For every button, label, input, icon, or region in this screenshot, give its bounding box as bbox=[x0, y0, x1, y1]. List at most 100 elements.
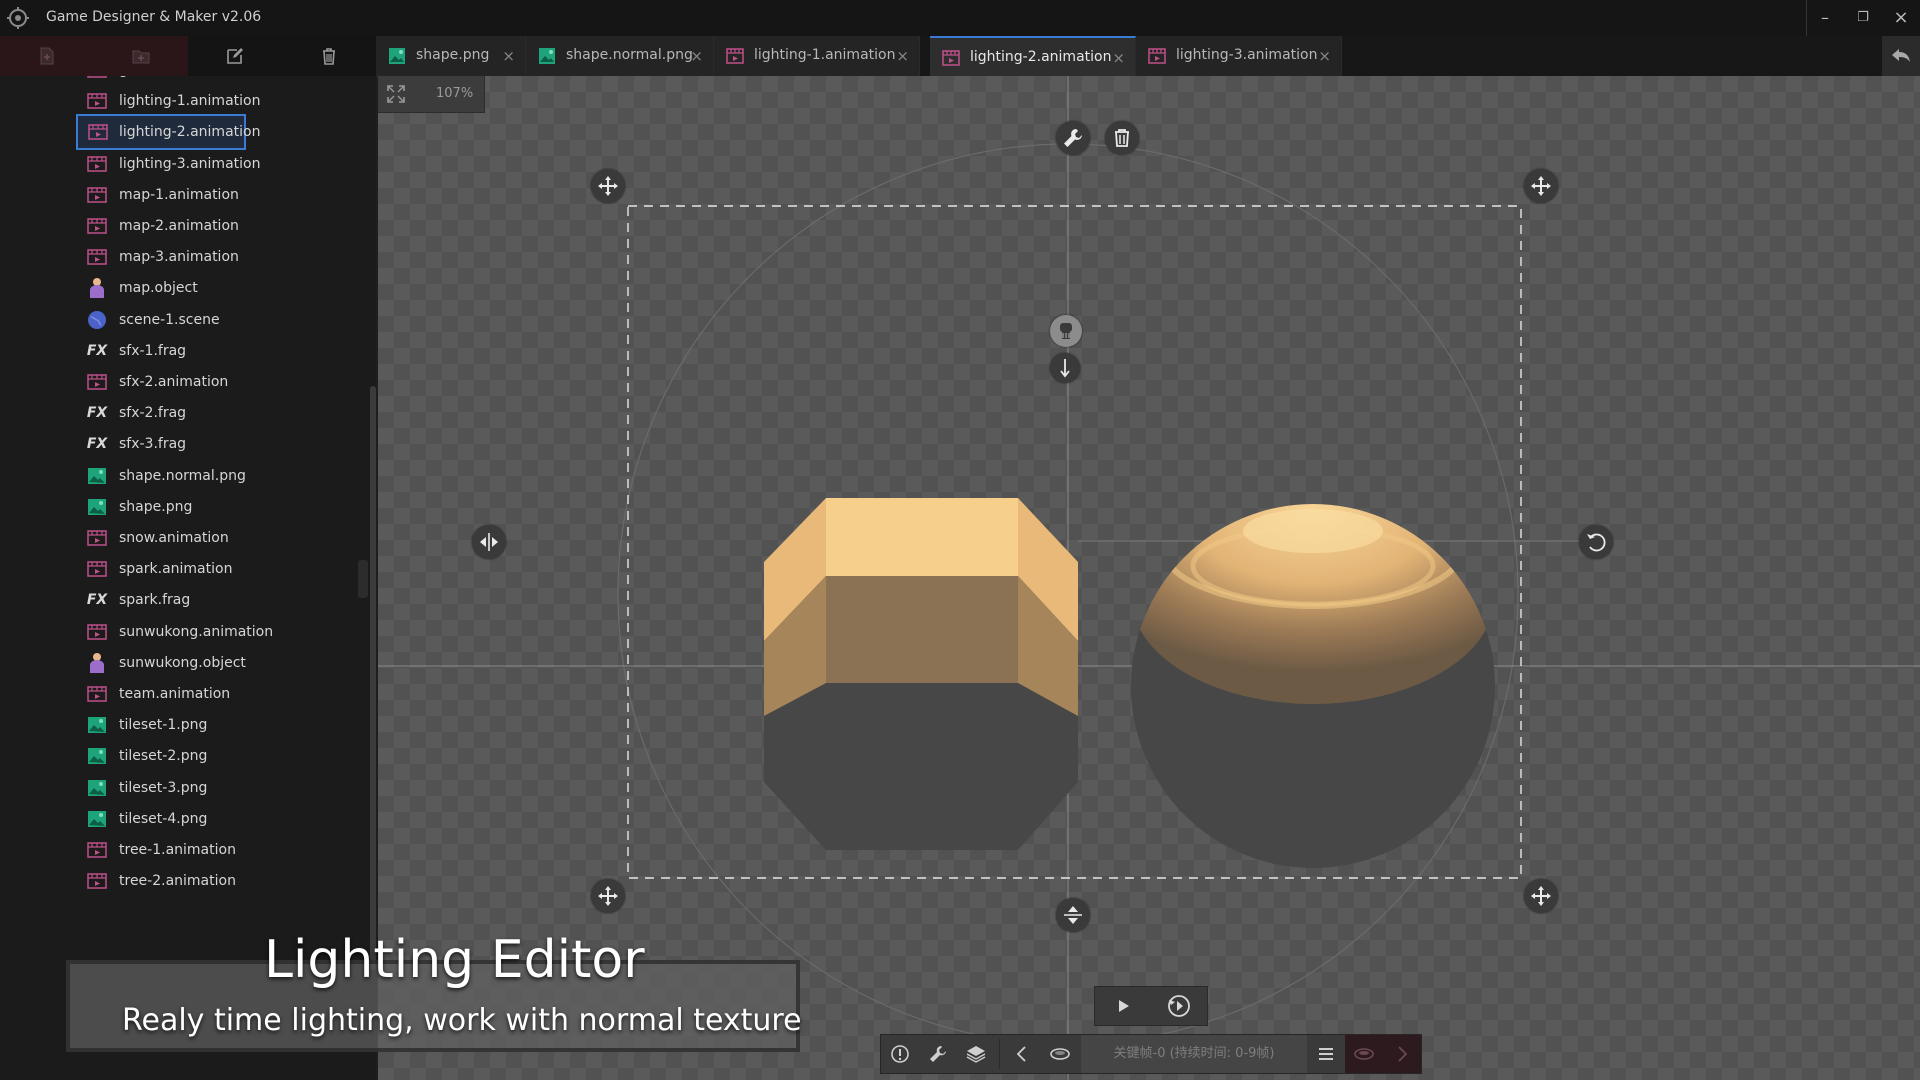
image-icon bbox=[88, 748, 106, 765]
file-name: spark.frag bbox=[119, 592, 191, 609]
image-icon bbox=[88, 498, 106, 515]
octagon-shape[interactable] bbox=[764, 498, 1078, 850]
tab-shape-png[interactable]: shape.png × bbox=[376, 36, 526, 76]
file-name: lighting-1.animation bbox=[119, 93, 261, 110]
rename-button[interactable] bbox=[188, 36, 282, 76]
play-icon bbox=[1119, 1000, 1129, 1012]
file-list-item[interactable]: tree-2.animation bbox=[76, 863, 236, 899]
light-source-handle[interactable] bbox=[1050, 315, 1082, 347]
info-button[interactable] bbox=[881, 1035, 919, 1073]
new-file-button[interactable] bbox=[0, 36, 94, 76]
title-bar: Game Designer & Maker v2.06 – ❐ × bbox=[0, 0, 1920, 36]
animation-icon bbox=[87, 561, 107, 577]
minimize-button[interactable]: – bbox=[1806, 0, 1844, 36]
tools-button[interactable] bbox=[919, 1035, 957, 1073]
play-button[interactable] bbox=[1095, 987, 1151, 1025]
animation-file-icon bbox=[86, 76, 108, 81]
animation-file-icon bbox=[86, 683, 108, 705]
tab-lighting-3-animation[interactable]: lighting-3.animation × bbox=[1136, 36, 1342, 76]
file-name: map-3.animation bbox=[119, 249, 239, 266]
animation-icon bbox=[87, 155, 107, 172]
fx-label: FX bbox=[86, 405, 108, 422]
image-file-icon bbox=[86, 777, 108, 799]
light-settings-button[interactable] bbox=[1056, 121, 1090, 155]
zoom-level: 107% bbox=[436, 86, 474, 101]
divider bbox=[999, 1039, 1000, 1069]
file-toolbar bbox=[0, 36, 376, 77]
image-icon bbox=[539, 48, 555, 64]
animation-file-icon bbox=[88, 121, 108, 143]
tab-close-icon[interactable]: × bbox=[1112, 38, 1125, 78]
tab-close-icon[interactable]: × bbox=[502, 36, 515, 76]
move-handle-bottom-right[interactable] bbox=[1524, 879, 1558, 913]
file-name: spark.animation bbox=[119, 561, 233, 578]
caption-subtitle: Realy time lighting, work with normal te… bbox=[122, 1003, 802, 1038]
fit-view-icon[interactable] bbox=[386, 84, 406, 104]
window-title: Game Designer & Maker v2.06 bbox=[46, 9, 262, 25]
file-name: grass-3.animation bbox=[119, 76, 246, 78]
file-name: tileset-2.png bbox=[119, 748, 208, 765]
object-file-icon bbox=[86, 652, 108, 674]
animation-file-icon bbox=[86, 527, 108, 549]
move-handle-top-right[interactable] bbox=[1524, 169, 1558, 203]
onion-skin-button[interactable] bbox=[1041, 1035, 1079, 1073]
keyframe-info: 关键帧-0 (持续时间: 0-9帧) bbox=[1081, 1035, 1307, 1073]
move-icon bbox=[598, 886, 618, 906]
animation-icon bbox=[87, 76, 107, 78]
move-handle-bottom-left[interactable] bbox=[591, 879, 625, 913]
new-file-icon bbox=[40, 47, 54, 65]
image-icon bbox=[88, 467, 106, 484]
layers-button[interactable] bbox=[957, 1035, 995, 1073]
close-window-button[interactable]: × bbox=[1882, 0, 1920, 36]
delete-file-button[interactable] bbox=[282, 36, 376, 76]
tab-close-icon[interactable]: × bbox=[690, 36, 703, 76]
maximize-button[interactable]: ❐ bbox=[1844, 0, 1882, 36]
animation-file-icon bbox=[86, 558, 108, 580]
onion-skin-next-button[interactable] bbox=[1345, 1035, 1383, 1073]
tab-close-icon[interactable]: × bbox=[896, 36, 909, 76]
next-keyframe-button[interactable] bbox=[1383, 1035, 1421, 1073]
tab-close-icon[interactable]: × bbox=[1318, 36, 1331, 76]
animation-icon bbox=[87, 93, 107, 109]
rotate-handle[interactable] bbox=[1579, 525, 1613, 559]
tab-shape-normal-png[interactable]: shape.normal.png × bbox=[526, 36, 714, 76]
loop-play-button[interactable] bbox=[1151, 987, 1207, 1025]
animation-icon bbox=[1148, 48, 1166, 64]
fx-label: FX bbox=[86, 342, 108, 359]
move-icon bbox=[1531, 886, 1551, 906]
animation-icon bbox=[942, 50, 960, 66]
image-file-icon bbox=[86, 465, 108, 487]
new-folder-button[interactable] bbox=[94, 36, 188, 76]
globe-icon bbox=[88, 310, 106, 329]
edit-icon bbox=[227, 48, 243, 64]
undo-icon bbox=[1892, 49, 1910, 62]
tab-lighting-2-animation[interactable]: lighting-2.animation × bbox=[930, 36, 1136, 76]
sphere-shape[interactable] bbox=[1131, 488, 1495, 868]
rotate-icon bbox=[1587, 533, 1606, 552]
prev-keyframe-button[interactable] bbox=[1003, 1035, 1041, 1073]
image-file-icon bbox=[86, 714, 108, 736]
animation-icon bbox=[87, 842, 107, 858]
delete-light-button[interactable] bbox=[1105, 121, 1139, 155]
layers-icon bbox=[966, 1046, 986, 1063]
image-icon bbox=[88, 779, 106, 796]
animation-file-icon bbox=[86, 90, 108, 112]
file-name: map.object bbox=[119, 280, 198, 297]
image-icon bbox=[88, 810, 106, 827]
file-name: scene-1.scene bbox=[119, 311, 220, 328]
animation-icon bbox=[87, 873, 107, 889]
undo-button[interactable] bbox=[1882, 36, 1920, 76]
flip-vertical-handle[interactable] bbox=[1056, 898, 1090, 932]
file-name: sfx-1.frag bbox=[119, 342, 187, 359]
light-direction-handle[interactable] bbox=[1050, 353, 1080, 383]
character-icon bbox=[90, 652, 104, 673]
image-icon bbox=[88, 717, 106, 734]
tab-lighting-1-animation[interactable]: lighting-1.animation × bbox=[714, 36, 920, 76]
animation-icon bbox=[87, 249, 107, 265]
file-name: shape.normal.png bbox=[119, 467, 246, 484]
scrollbar-thumb[interactable] bbox=[370, 386, 376, 970]
menu-button[interactable] bbox=[1307, 1035, 1345, 1073]
animation-file-icon bbox=[86, 870, 108, 892]
flip-horizontal-handle[interactable] bbox=[472, 525, 506, 559]
move-handle-top-left[interactable] bbox=[591, 169, 625, 203]
